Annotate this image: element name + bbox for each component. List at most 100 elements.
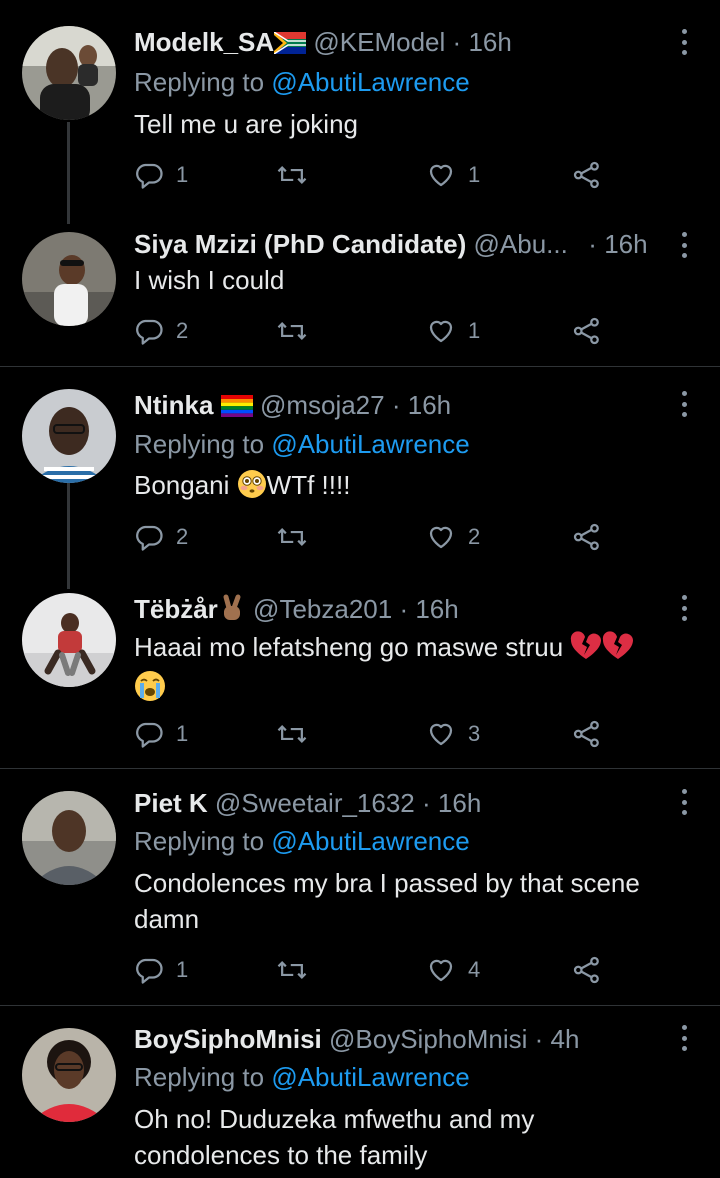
share-button[interactable] — [572, 158, 602, 192]
timestamp[interactable]: 16h — [468, 27, 511, 57]
retweet-button[interactable] — [276, 520, 320, 554]
timestamp[interactable]: 16h — [415, 594, 458, 624]
display-name[interactable]: Piet K — [134, 788, 208, 818]
reply-icon — [136, 163, 163, 189]
like-button[interactable]: 2 — [426, 520, 480, 554]
reply-button[interactable]: 1 — [134, 717, 188, 751]
reply-icon — [136, 722, 163, 748]
tweet-ntinka[interactable]: Ntinka @msoja27 · 16h Replying to @Abuti… — [0, 367, 720, 589]
timestamp[interactable]: 16h — [408, 390, 451, 420]
user-handle[interactable]: @Abu... — [474, 229, 568, 259]
user-handle[interactable]: @BoySiphoMnisi — [329, 1024, 527, 1054]
south-africa-flag-icon — [273, 29, 307, 61]
reply-icon — [136, 958, 163, 984]
tweet-text: I wish I could — [134, 265, 285, 295]
like-button[interactable]: 4 — [426, 953, 480, 987]
avatar[interactable] — [22, 26, 116, 120]
reply-count: 2 — [176, 318, 189, 343]
display-name[interactable]: Siya Mzizi (PhD Candidate) — [134, 229, 466, 259]
more-options-icon[interactable] — [674, 232, 694, 258]
more-options-icon[interactable] — [674, 391, 694, 417]
tweet-text: Bongani WTf !!!! — [134, 467, 684, 508]
retweet-button[interactable] — [276, 314, 320, 348]
avatar[interactable] — [22, 1028, 116, 1122]
tweet-header: Piet K @Sweetair_1632 · 16h — [134, 787, 670, 819]
avatar[interactable] — [22, 389, 116, 483]
share-icon — [573, 161, 599, 189]
tweet-text-line: Oh no! Duduzeka mfwethu and my — [134, 1104, 535, 1134]
display-name[interactable]: Modelk_SA — [134, 27, 274, 57]
more-options-icon[interactable] — [674, 29, 694, 55]
timestamp[interactable]: 16h — [438, 788, 481, 818]
more-options-icon[interactable] — [674, 789, 694, 815]
tweet-text-line: Condolences my bra I passed by that scen… — [134, 868, 640, 898]
display-name[interactable]: Tëbżår — [134, 594, 218, 624]
share-icon — [573, 523, 599, 551]
like-count: 2 — [468, 524, 481, 549]
retweet-button[interactable] — [276, 158, 320, 192]
replying-to: Replying to @AbutiLawrence — [134, 428, 470, 460]
replying-to: Replying to @AbutiLawrence — [134, 1061, 470, 1093]
heart-icon — [429, 526, 453, 549]
tweet-actions: 1 4 — [134, 953, 614, 987]
reply-icon — [136, 319, 163, 345]
replying-to-label: Replying to — [134, 826, 265, 856]
like-button[interactable]: 1 — [426, 158, 480, 192]
like-button[interactable]: 1 — [426, 314, 480, 348]
loudly-crying-face-emoji-icon — [134, 670, 166, 711]
display-name[interactable]: Ntinka — [134, 390, 213, 420]
replying-to: Replying to @AbutiLawrence — [134, 825, 470, 857]
replying-to-label: Replying to — [134, 429, 265, 459]
avatar[interactable] — [22, 593, 116, 687]
like-button[interactable]: 3 — [426, 717, 480, 751]
retweet-icon — [277, 322, 307, 340]
mention-link[interactable]: @AbutiLawrence — [271, 429, 469, 459]
share-button[interactable] — [572, 717, 602, 751]
tweet-text: Tell me u are joking — [134, 109, 358, 139]
share-button[interactable] — [572, 314, 602, 348]
reply-button[interactable]: 1 — [134, 953, 188, 987]
tweet-modelk[interactable]: Modelk_SA @KEModel · 16h Replying to @Ab… — [0, 0, 720, 224]
tweet-text: Haaai mo lefatsheng go maswe struu — [134, 629, 684, 711]
tweet-siya[interactable]: Siya Mzizi (PhD Candidate) @Abu... · 16h… — [0, 212, 720, 366]
more-options-icon[interactable] — [674, 595, 694, 621]
tweet-boysipho[interactable]: BoySiphoMnisi @BoySiphoMnisi · 4h Replyi… — [0, 1006, 720, 1178]
user-handle[interactable]: @KEModel — [313, 27, 445, 57]
retweet-icon — [277, 961, 307, 979]
retweet-button[interactable] — [276, 953, 320, 987]
tweet-header: Modelk_SA @KEModel · 16h — [134, 26, 670, 61]
tweet-header: BoySiphoMnisi @BoySiphoMnisi · 4h — [134, 1023, 670, 1055]
reply-button[interactable]: 1 — [134, 158, 188, 192]
tweet-tebzar[interactable]: Tëbżår @Tebza201 · 16h Haaai mo lefatshe… — [0, 571, 720, 768]
heart-icon — [429, 723, 453, 746]
timestamp[interactable]: 16h — [604, 229, 647, 259]
mention-link[interactable]: @AbutiLawrence — [271, 67, 469, 97]
retweet-button[interactable] — [276, 717, 320, 751]
tweet-actions: 1 3 — [134, 717, 614, 751]
user-handle[interactable]: @Tebza201 — [253, 594, 392, 624]
user-handle[interactable]: @Sweetair_1632 — [215, 788, 415, 818]
avatar[interactable] — [22, 791, 116, 885]
share-button[interactable] — [572, 520, 602, 554]
replying-to: Replying to @AbutiLawrence — [134, 66, 470, 98]
separator-dot: · — [452, 27, 462, 57]
separator-dot: · — [391, 390, 401, 420]
like-count: 3 — [468, 721, 481, 746]
heart-icon — [429, 959, 453, 982]
tweet-piet[interactable]: Piet K @Sweetair_1632 · 16h Replying to … — [0, 769, 720, 1005]
reply-button[interactable]: 2 — [134, 314, 188, 348]
mention-link[interactable]: @AbutiLawrence — [271, 1062, 469, 1092]
avatar[interactable] — [22, 232, 116, 326]
share-button[interactable] — [572, 953, 602, 987]
reply-button[interactable]: 2 — [134, 520, 188, 554]
mention-link[interactable]: @AbutiLawrence — [271, 826, 469, 856]
display-name[interactable]: BoySiphoMnisi — [134, 1024, 322, 1054]
victory-hand-emoji-icon — [218, 593, 246, 630]
reply-icon — [136, 525, 163, 551]
broken-heart-emoji-icon — [602, 631, 634, 670]
more-options-icon[interactable] — [674, 1025, 694, 1051]
timestamp[interactable]: 4h — [551, 1024, 580, 1054]
separator-dot: · — [588, 229, 597, 259]
tweet-text-part: Bongani — [134, 470, 237, 500]
user-handle[interactable]: @msoja27 — [260, 390, 385, 420]
